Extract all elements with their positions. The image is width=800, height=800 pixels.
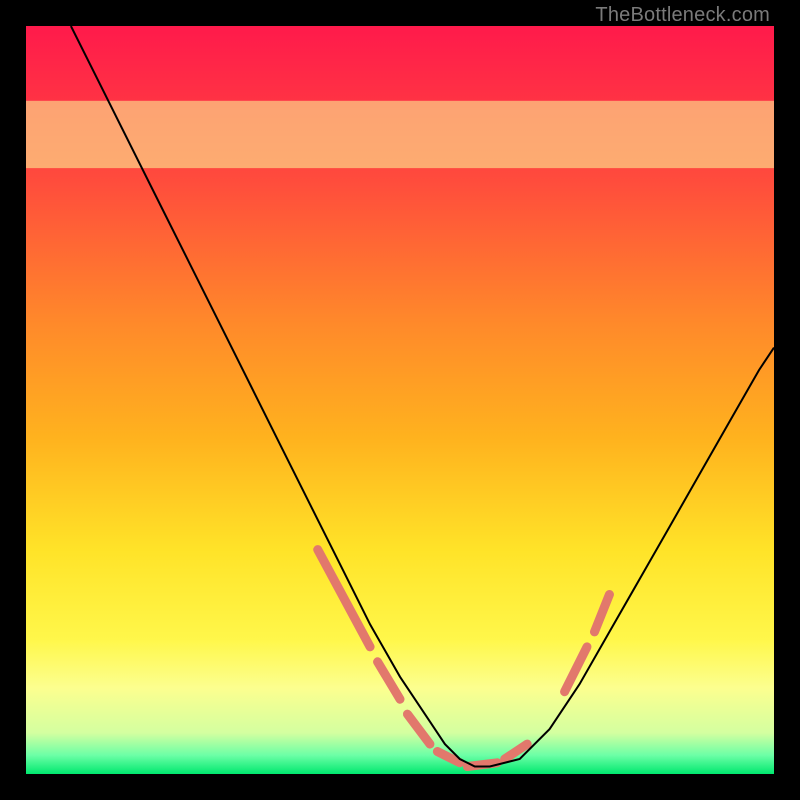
chart-canvas [26, 26, 774, 774]
chart-frame [26, 26, 774, 774]
watermark-text: TheBottleneck.com [595, 4, 770, 27]
pale-band [26, 101, 774, 168]
